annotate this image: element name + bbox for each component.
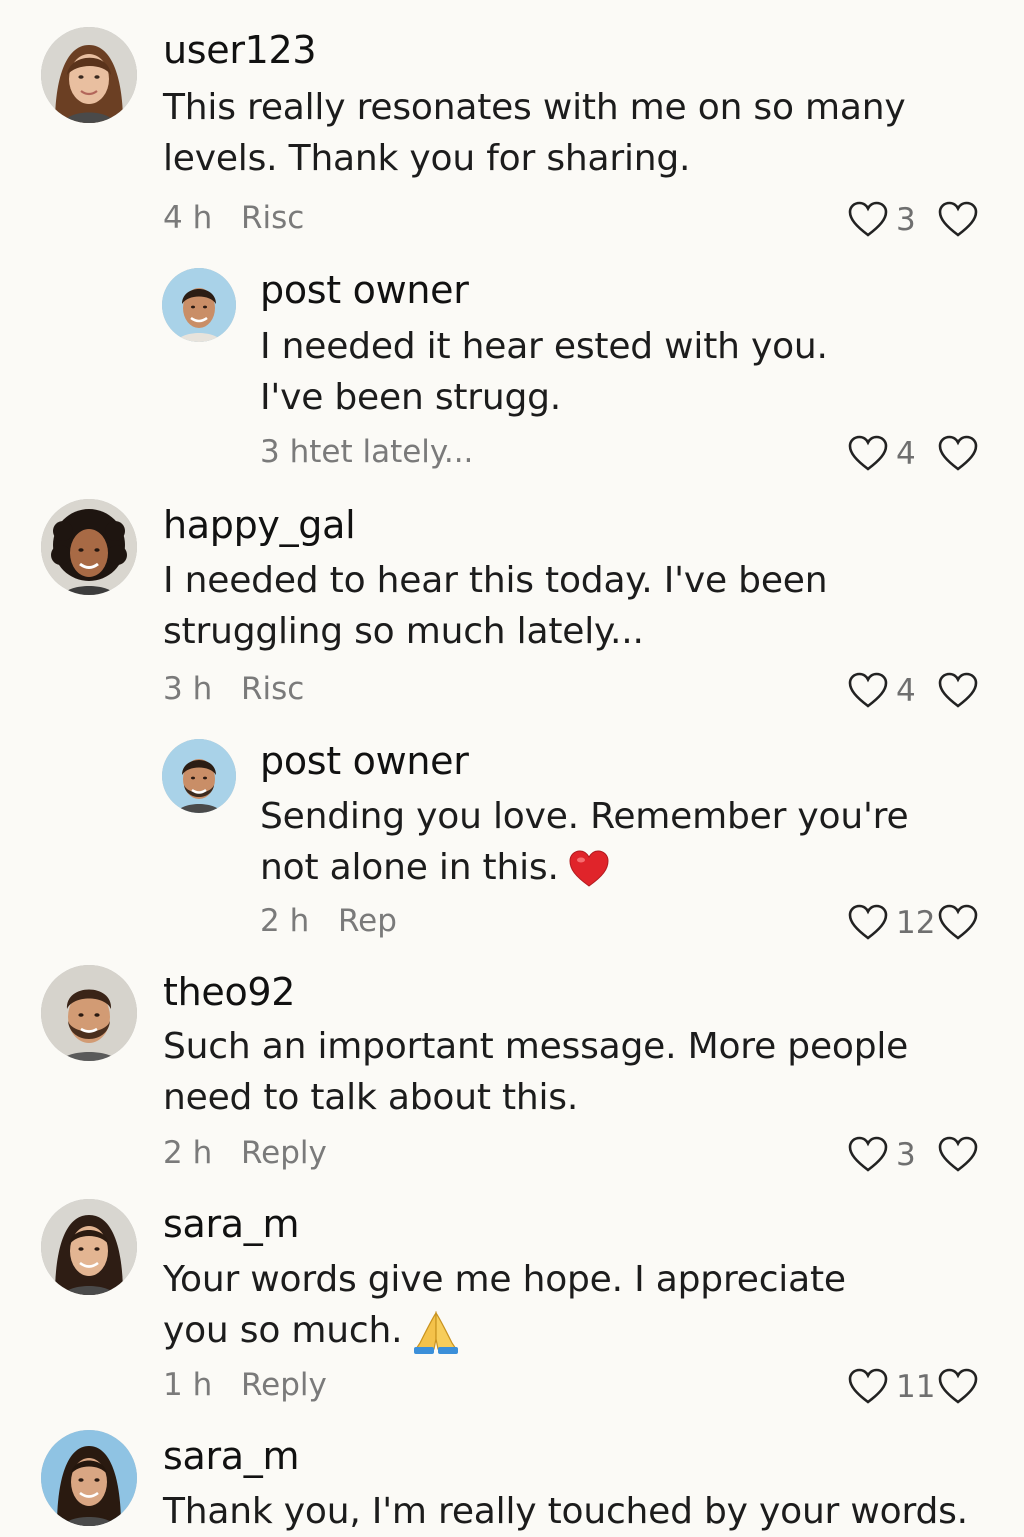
timestamp: 3 h [163,671,213,707]
comment-text-line: not alone in this. [260,842,908,893]
comment-text-line: I needed to hear this today. I've been [163,560,828,601]
timestamp: 1 h [163,1367,213,1403]
comment-text-fragment: not alone in this. [260,847,559,888]
comment-text-line: I've been strugg. [260,377,562,418]
comment-text-line: I needed it hear ested with you. [260,326,828,367]
like-heart-icon[interactable] [938,903,978,943]
timestamp: 2 h [163,1135,213,1171]
comment-text-line: Sending you love. Remember you're [260,796,909,837]
heart-icon[interactable] [848,200,888,240]
comment-meta: 1 h Reply [163,1367,327,1403]
like-count: 4 [896,436,916,472]
username[interactable]: happy_gal [163,503,356,547]
username[interactable]: sara_m [163,1434,300,1478]
comment-meta: 2 h Rep [260,903,397,939]
comment-text: Your words give me hope. I appreciate yo… [163,1254,846,1356]
reply-button[interactable]: Reply [241,1135,327,1171]
reply-button[interactable]: Risc [241,200,304,236]
like-count-group: 11 [848,1367,938,1407]
comment-text-line: struggling so much lately... [163,611,644,652]
comment-text-line: you so much. [163,1305,846,1356]
avatar[interactable] [41,1199,137,1295]
comment-text-line: Thank you, I'm really touched by your wo… [163,1491,968,1532]
red-heart-emoji [569,850,609,887]
like-heart-icon[interactable] [938,434,978,474]
heart-icon[interactable] [848,434,888,474]
heart-icon[interactable] [848,1135,888,1175]
timestamp: 4 h [163,200,213,236]
comment-text-fragment: you so much. [163,1310,403,1351]
folded-hands-emoji [414,1311,459,1354]
username[interactable]: user123 [163,28,317,72]
heart-icon[interactable] [848,903,888,943]
like-count-group: 4 [848,671,938,711]
comment-text: Sending you love. Remember you're not al… [260,791,909,893]
username[interactable]: post owner [260,739,469,783]
like-count-group: 3 [848,200,938,240]
avatar[interactable] [162,268,236,342]
comment-text: I needed to hear this today. I've been s… [163,555,828,657]
like-count: 11 [896,1369,936,1405]
comment-text-line: levels. Thank you for sharing. [163,138,691,179]
reply-button[interactable]: Risc [241,671,304,707]
like-heart-icon[interactable] [938,200,978,240]
comment-text-line: Your words give me hope. I appreciate [163,1259,846,1300]
reply-button[interactable]: Rep [338,903,397,939]
like-count: 12 [896,905,936,941]
like-count-group: 12 [848,903,938,943]
comment-meta: 2 h Reply [163,1135,327,1171]
like-heart-icon[interactable] [938,1367,978,1407]
timestamp: 2 h [260,903,310,939]
avatar[interactable] [162,739,236,813]
avatar[interactable] [41,1430,137,1526]
comment-text: Such an important message. More people n… [163,1021,908,1123]
comment-text: Thank you, I'm really touched by your wo… [163,1486,968,1537]
comment-text: I needed it hear ested with you. I've be… [260,321,828,423]
like-count-group: 3 [848,1135,938,1175]
like-count-group: 4 [848,434,938,474]
like-count: 3 [896,202,916,238]
comment-meta: 3 htet lately... [260,434,474,470]
like-heart-icon[interactable] [938,671,978,711]
username[interactable]: post owner [260,268,469,312]
username[interactable]: sara_m [163,1202,300,1246]
username[interactable]: theo92 [163,970,295,1014]
reply-button[interactable]: Reply [241,1367,327,1403]
avatar[interactable] [41,499,137,595]
comment-text-line: need to talk about this. [163,1077,579,1118]
heart-icon[interactable] [848,671,888,711]
comment-text: This really resonates with me on so many… [163,82,906,184]
avatar[interactable] [41,27,137,123]
comment-meta: 3 h Risc [163,671,304,707]
like-count: 3 [896,1137,916,1173]
like-heart-icon[interactable] [938,1135,978,1175]
heart-icon[interactable] [848,1367,888,1407]
avatar[interactable] [41,965,137,1061]
like-count: 4 [896,673,916,709]
comment-text-line: This really resonates with me on so many [163,87,906,128]
comment-text-line: Such an important message. More people [163,1026,909,1067]
comment-meta: 4 h Risc [163,200,304,236]
